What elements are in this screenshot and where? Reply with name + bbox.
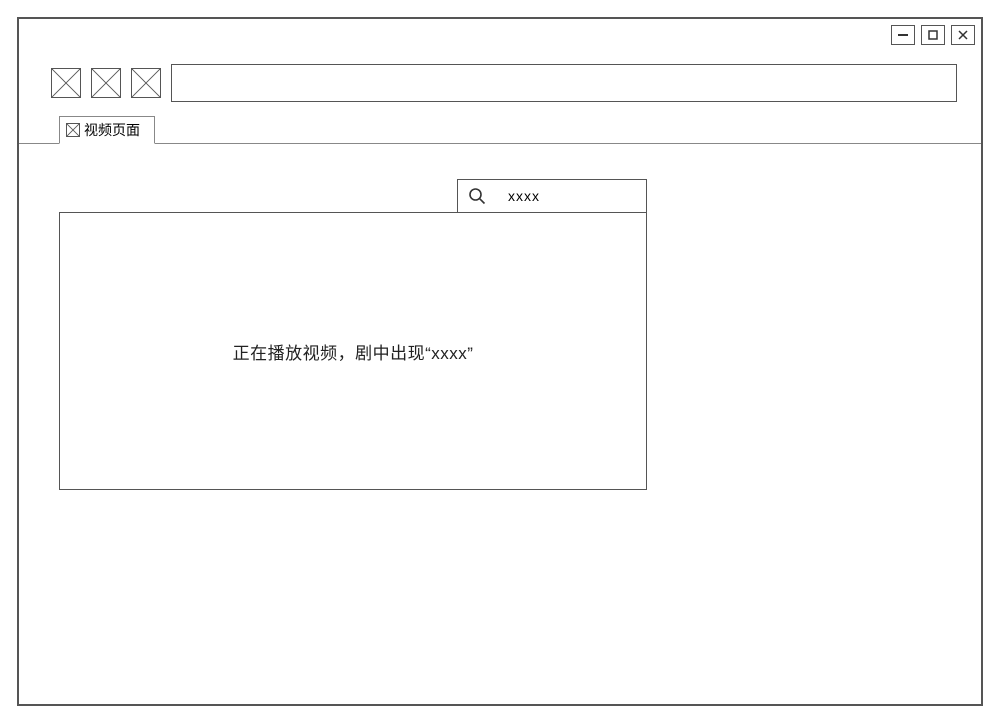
toolbar (51, 64, 957, 102)
tab-label: 视频页面 (84, 120, 140, 140)
nav-forward-icon[interactable] (91, 68, 121, 98)
address-bar[interactable] (171, 64, 957, 102)
window-controls (891, 25, 975, 45)
video-status-text: 正在播放视频，剧中出现“xxxx” (233, 339, 474, 364)
tab-video-page[interactable]: 视频页面 (59, 116, 155, 144)
maximize-button[interactable] (921, 25, 945, 45)
nav-back-icon[interactable] (51, 68, 81, 98)
nav-reload-icon[interactable] (131, 68, 161, 98)
minimize-button[interactable] (891, 25, 915, 45)
tabstrip: 视频页面 (19, 143, 981, 144)
tab-favicon-icon (66, 123, 80, 137)
search-box[interactable] (457, 179, 647, 213)
search-input[interactable] (508, 188, 636, 204)
video-player[interactable]: 正在播放视频，剧中出现“xxxx” (59, 212, 647, 490)
browser-window: 视频页面 正在播放视频，剧中出现“xxxx” (17, 17, 983, 706)
search-icon (468, 187, 486, 205)
close-button[interactable] (951, 25, 975, 45)
